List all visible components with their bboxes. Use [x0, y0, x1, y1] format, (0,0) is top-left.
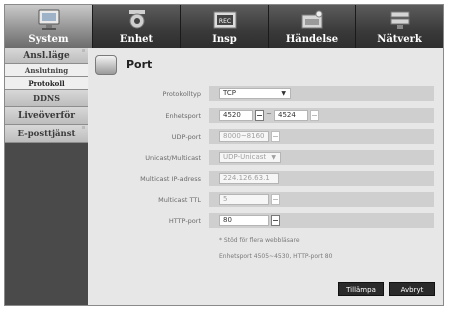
multicast-ttl-stepper[interactable]: [271, 194, 280, 205]
sidebar-item-label: Liveöverför: [17, 111, 76, 121]
tab-enhet-label: Enhet: [119, 34, 154, 45]
tab-insp-label: Insp: [212, 34, 237, 45]
udp-port-stepper[interactable]: [271, 131, 280, 142]
corner-marker: [82, 49, 85, 52]
tab-natverk-label: Nätverk: [377, 34, 422, 45]
sidebar-item-label: Anslutning: [24, 66, 69, 75]
corner-marker: [82, 126, 85, 129]
tab-insp[interactable]: REC Insp: [181, 5, 269, 48]
svg-text:REC: REC: [218, 18, 230, 25]
top-tab-bar: System Enhet REC Insp Händelse Nätverk: [5, 5, 443, 48]
protocol-value: TCP: [223, 89, 236, 97]
unicast-value: UDP-Unicast: [223, 153, 267, 161]
page-title: Port: [126, 58, 153, 71]
multicast-ttl-input[interactable]: 5: [219, 194, 269, 205]
http-port-input[interactable]: 80: [219, 215, 269, 226]
sidebar-item-ddns[interactable]: DDNS: [5, 90, 88, 107]
port-settings-panel: Port Protokolltyp TCP ▼ Enhetsport 4520 …: [89, 48, 443, 305]
sidebar-item-label: Protokoll: [28, 79, 65, 88]
sidebar-item-label: DDNS: [33, 93, 60, 103]
tab-handelse[interactable]: Händelse: [269, 5, 356, 48]
protocol-label: Protokolltyp: [162, 90, 201, 98]
sidebar-item-e-posttjanst[interactable]: E-posttjänst: [5, 125, 88, 143]
event-icon: [299, 9, 325, 35]
device-port-to-stepper[interactable]: [310, 110, 319, 121]
chevron-down-icon: ▼: [281, 90, 286, 97]
multicast-ttl-label: Multicast TTL: [158, 196, 201, 204]
camera-icon: [124, 9, 150, 35]
udp-port-input[interactable]: 8000~8160: [219, 131, 269, 142]
tab-handelse-label: Händelse: [285, 34, 339, 45]
tab-system[interactable]: System: [5, 5, 93, 48]
protocol-select[interactable]: TCP ▼: [219, 88, 291, 99]
sidebar-item-protokoll[interactable]: Protokoll: [5, 77, 88, 90]
device-port-from-input[interactable]: 4520: [219, 110, 253, 121]
recorder-icon: REC: [212, 9, 238, 35]
sidebar-item-liveoverfor[interactable]: Liveöverför: [5, 107, 88, 125]
http-port-stepper[interactable]: [271, 215, 280, 226]
multicast-ip-input[interactable]: 224.126.63.1: [219, 173, 279, 184]
http-port-label: HTTP-port: [168, 217, 201, 225]
unicast-select[interactable]: UDP-Unicast ▼: [219, 152, 281, 163]
sidebar: Ansl.läge Anslutning Protokoll DDNS Live…: [5, 48, 88, 305]
browser-note: * Stöd för flera webbläsare: [219, 237, 300, 244]
network-icon: [387, 9, 413, 35]
sidebar-item-label: Ansl.läge: [23, 51, 70, 61]
system-icon: [36, 9, 62, 35]
tab-system-label: System: [28, 34, 69, 45]
tab-natverk[interactable]: Nätverk: [356, 5, 443, 48]
app-window: System Enhet REC Insp Händelse Nätverk A…: [4, 4, 444, 306]
device-port-from-stepper[interactable]: [255, 110, 264, 121]
device-port-label: Enhetsport: [165, 112, 201, 120]
port-icon: [95, 55, 117, 75]
chevron-down-icon: ▼: [271, 154, 276, 161]
unicast-label: Unicast/Multicast: [145, 154, 201, 162]
port-range-note: Enhetsport 4505~4530, HTTP-port 80: [219, 253, 333, 260]
device-port-to-input[interactable]: 4524: [274, 110, 308, 121]
tab-enhet[interactable]: Enhet: [93, 5, 181, 48]
sidebar-item-ansl-lage[interactable]: Ansl.läge: [5, 48, 88, 64]
cancel-button[interactable]: Avbryt: [389, 282, 435, 296]
apply-button[interactable]: Tillämpa: [338, 282, 384, 296]
range-separator: ~: [266, 110, 272, 118]
sidebar-item-anslutning[interactable]: Anslutning: [5, 64, 88, 77]
multicast-ip-label: Multicast IP-adress: [140, 175, 201, 183]
udp-port-label: UDP-port: [171, 133, 201, 141]
sidebar-item-label: E-posttjänst: [17, 129, 76, 139]
